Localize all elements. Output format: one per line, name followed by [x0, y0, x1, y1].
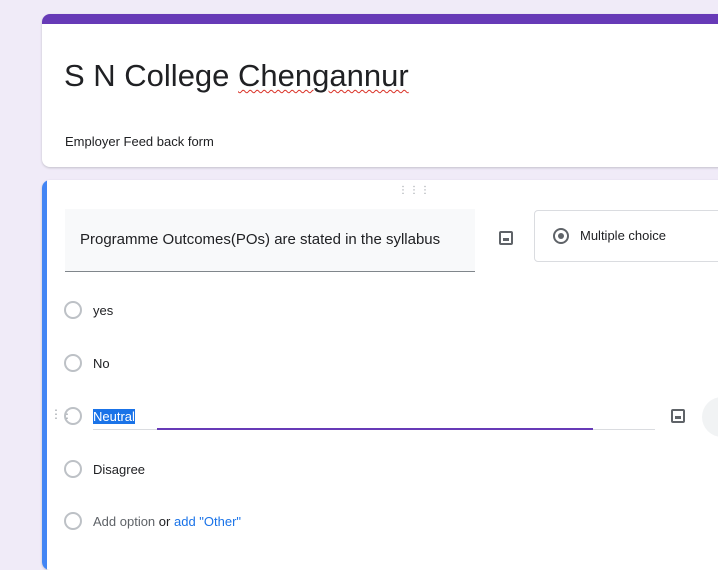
form-title-part2: Chengannur	[238, 58, 409, 93]
header-color-band	[42, 14, 718, 24]
or-text: or	[158, 514, 171, 529]
option-label[interactable]: yes	[93, 303, 113, 318]
radio-checked-icon	[553, 228, 569, 244]
selected-text: Neutral	[93, 409, 135, 424]
question-title-input[interactable]: Programme Outcomes(POs) are stated in th…	[65, 209, 475, 272]
radio-icon	[64, 512, 82, 530]
add-option-row: Add option or add "Other"	[42, 504, 718, 540]
radio-icon	[64, 301, 82, 319]
input-focus-underline	[157, 428, 593, 430]
add-other-link[interactable]: add "Other"	[174, 514, 241, 529]
question-type-select[interactable]: Multiple choice	[534, 210, 718, 262]
radio-icon	[64, 460, 82, 478]
form-title-part1: S N College	[64, 58, 239, 93]
question-type-label: Multiple choice	[580, 228, 666, 243]
radio-icon	[64, 407, 82, 425]
image-icon	[499, 231, 513, 245]
option-label[interactable]: Disagree	[93, 462, 145, 477]
option-row-no[interactable]: No	[42, 346, 718, 382]
question-card[interactable]: ⋮⋮⋮ Programme Outcomes(POs) are stated i…	[42, 180, 718, 570]
image-icon	[671, 409, 685, 423]
drag-handle-icon[interactable]: ⋮⋮⋮	[398, 186, 431, 196]
option-label[interactable]: No	[93, 356, 110, 371]
remove-option-button-hover[interactable]	[702, 397, 718, 437]
add-option-area: Add option or add "Other"	[93, 514, 241, 529]
option-row-disagree[interactable]: Disagree	[42, 452, 718, 488]
question-title-text: Programme Outcomes(POs) are stated in th…	[80, 231, 441, 248]
option-image-button[interactable]	[664, 402, 692, 430]
option-row-yes[interactable]: yes	[42, 293, 718, 329]
option-row-neutral[interactable]: ⋮⋮ Neutral	[42, 397, 718, 437]
form-title[interactable]: S N College Chengannur	[64, 56, 409, 96]
form-description[interactable]: Employer Feed back form	[65, 134, 214, 149]
option-input[interactable]: Neutral	[93, 409, 135, 424]
radio-icon	[64, 354, 82, 372]
add-option-input[interactable]: Add option	[93, 514, 155, 529]
add-image-button[interactable]	[492, 224, 520, 252]
form-header-card: S N College Chengannur Employer Feed bac…	[42, 14, 718, 167]
